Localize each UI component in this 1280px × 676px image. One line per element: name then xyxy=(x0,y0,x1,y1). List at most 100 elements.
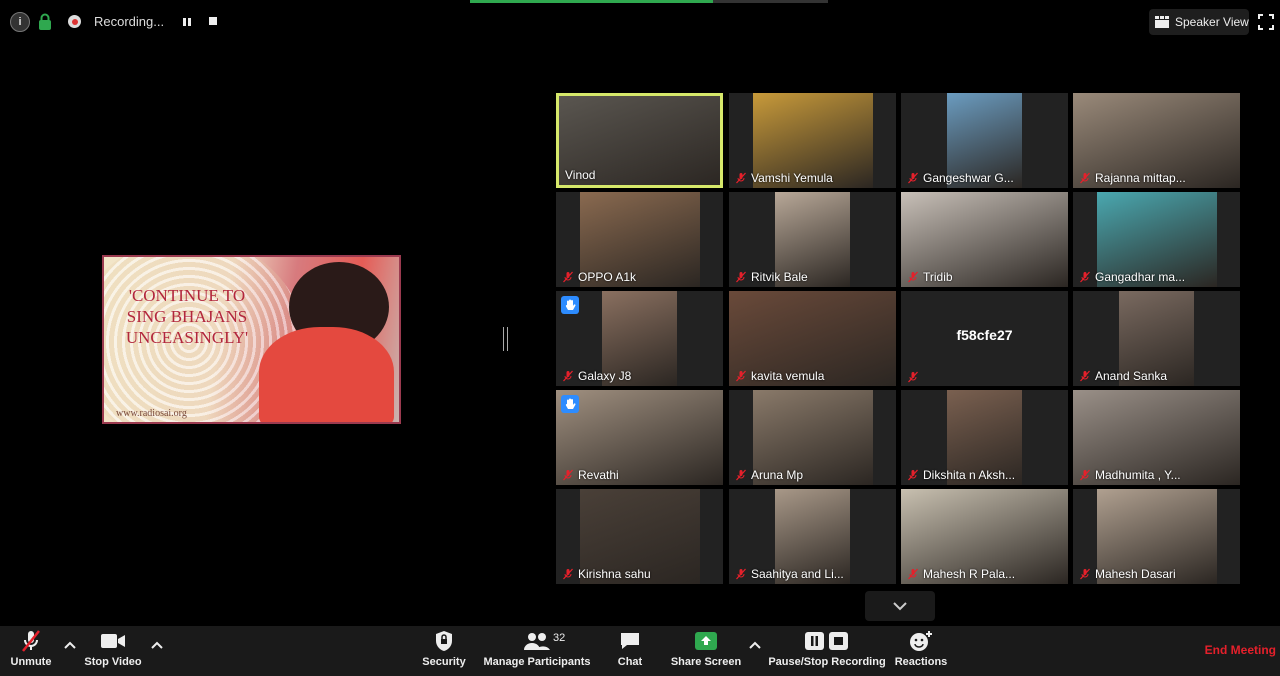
muted-microphone-icon xyxy=(735,469,747,481)
participant-name: Galaxy J8 xyxy=(578,369,632,383)
participant-tile[interactable]: Madhumita , Y... xyxy=(1073,390,1240,485)
audio-options-caret-icon[interactable] xyxy=(63,638,77,650)
shared-watermark: www.radiosai.org xyxy=(116,408,187,419)
participant-tile[interactable]: Gangeshwar G... xyxy=(901,93,1068,188)
stop-video-button[interactable]: Stop Video xyxy=(84,626,142,676)
participant-tile[interactable]: Vamshi Yemula xyxy=(729,93,896,188)
raised-hand-icon xyxy=(561,296,579,314)
participant-name: Dikshita n Aksh... xyxy=(923,468,1016,482)
encryption-lock-icon[interactable] xyxy=(38,13,52,31)
pause-stop-icon xyxy=(804,626,850,656)
end-meeting-button[interactable]: End Meeting xyxy=(1205,643,1276,657)
chat-button[interactable]: Chat xyxy=(612,626,648,676)
participant-name: Aruna Mp xyxy=(751,468,804,482)
panel-resize-handle[interactable] xyxy=(503,327,508,351)
muted-microphone-icon xyxy=(1079,370,1091,382)
participant-tile[interactable]: Mahesh Dasari xyxy=(1073,489,1240,584)
participant-tile[interactable]: Revathi xyxy=(556,390,723,485)
raised-hand-icon xyxy=(561,395,579,413)
meeting-info-icon[interactable]: i xyxy=(10,12,30,32)
manage-participants-button[interactable]: Manage Participants xyxy=(484,626,591,676)
participant-name-label: OPPO A1k xyxy=(562,270,636,284)
participant-tile[interactable]: OPPO A1k xyxy=(556,192,723,287)
participant-name-label: Vamshi Yemula xyxy=(735,171,833,185)
participant-tile[interactable]: Saahitya and Li... xyxy=(729,489,896,584)
participant-name: Madhumita , Y... xyxy=(1095,468,1181,482)
chevron-down-icon xyxy=(893,602,907,611)
participant-tile[interactable]: Galaxy J8 xyxy=(556,291,723,386)
fullscreen-icon[interactable] xyxy=(1258,14,1274,30)
shared-screen-image: 'CONTINUE TO SING BHAJANS UNCEASINGLY' w… xyxy=(102,255,401,424)
pause-stop-recording-label: Pause/Stop Recording xyxy=(768,656,886,668)
participant-name-label: Tridib xyxy=(907,270,953,284)
muted-microphone-icon xyxy=(907,469,919,481)
participant-tile[interactable]: Kirishna sahu xyxy=(556,489,723,584)
participant-name: Anand Sanka xyxy=(1095,369,1168,383)
participant-name-label: Mahesh Dasari xyxy=(1079,567,1176,581)
participant-name: Vamshi Yemula xyxy=(751,171,833,185)
reactions-label: Reactions xyxy=(894,656,948,668)
share-screen-button[interactable]: Share Screen xyxy=(670,626,742,676)
participant-name-label: Dikshita n Aksh... xyxy=(907,468,1015,482)
participant-tile[interactable]: Tridib xyxy=(901,192,1068,287)
participant-name: Kirishna sahu xyxy=(578,567,651,581)
muted-microphone-icon xyxy=(907,271,919,283)
participant-name-label: Galaxy J8 xyxy=(562,369,631,383)
participant-tile[interactable]: Rajanna mittap... xyxy=(1073,93,1240,188)
muted-microphone-icon xyxy=(907,568,919,580)
security-button[interactable]: Security xyxy=(420,626,468,676)
speaker-view-button[interactable]: Speaker View xyxy=(1149,9,1249,35)
reactions-button[interactable]: Reactions xyxy=(895,626,947,676)
participant-name-label: Rajanna mittap... xyxy=(1079,171,1186,185)
muted-microphone-icon xyxy=(562,469,574,481)
pause-stop-recording-button[interactable]: Pause/Stop Recording xyxy=(768,626,886,676)
stop-video-label: Stop Video xyxy=(84,656,142,668)
shield-icon xyxy=(435,626,453,656)
recording-status: Recording... xyxy=(94,14,165,29)
participant-name: Tridib xyxy=(923,270,953,284)
participant-name: Mahesh Dasari xyxy=(1095,567,1176,581)
participant-tile[interactable]: Mahesh R Pala... xyxy=(901,489,1068,584)
participant-name-label: Mahesh R Pala... xyxy=(907,567,1015,581)
muted-microphone-icon xyxy=(907,371,919,383)
participant-name-label: Anand Sanka xyxy=(1079,369,1167,383)
muted-microphone-icon xyxy=(735,568,747,580)
participant-name-label: Revathi xyxy=(562,468,619,482)
muted-microphone-icon xyxy=(1079,469,1091,481)
next-page-button[interactable] xyxy=(865,591,935,621)
muted-microphone-icon xyxy=(562,271,574,283)
chat-bubble-icon xyxy=(619,626,641,656)
muted-microphone-icon xyxy=(1079,271,1091,283)
participant-name: Mahesh R Pala... xyxy=(923,567,1016,581)
unmute-button[interactable]: Unmute xyxy=(6,626,56,676)
participant-tile[interactable]: f58cfe27 xyxy=(901,291,1068,386)
participant-count-badge: 32 xyxy=(553,632,566,644)
participant-name: Revathi xyxy=(578,468,619,482)
video-options-caret-icon[interactable] xyxy=(150,638,164,650)
participant-tile[interactable]: kavita vemula xyxy=(729,291,896,386)
participant-name-label: Vinod xyxy=(565,168,595,182)
stop-recording-icon[interactable] xyxy=(208,16,218,26)
participant-tile[interactable]: Vinod xyxy=(556,93,723,188)
participant-tile[interactable]: Gangadhar ma... xyxy=(1073,192,1240,287)
share-options-caret-icon[interactable] xyxy=(748,638,762,650)
participant-tile[interactable]: Ritvik Bale xyxy=(729,192,896,287)
muted-microphone-icon xyxy=(735,271,747,283)
pause-recording-icon[interactable] xyxy=(182,16,192,28)
participant-name: Saahitya and Li... xyxy=(751,567,844,581)
muted-microphone-icon xyxy=(735,370,747,382)
smiley-add-icon xyxy=(909,626,933,656)
participant-tile[interactable]: Dikshita n Aksh... xyxy=(901,390,1068,485)
muted-microphone-icon xyxy=(20,626,42,656)
participant-name: Gangadhar ma... xyxy=(1095,270,1186,284)
security-label: Security xyxy=(422,656,466,668)
participant-name-label: Gangadhar ma... xyxy=(1079,270,1185,284)
participant-tile[interactable]: Aruna Mp xyxy=(729,390,896,485)
video-camera-icon xyxy=(100,626,126,656)
shared-quote-text: 'CONTINUE TO SING BHAJANS UNCEASINGLY' xyxy=(125,286,249,347)
participant-name-label: Kirishna sahu xyxy=(562,567,651,581)
participant-name: Vinod xyxy=(565,168,596,182)
muted-microphone-icon xyxy=(562,568,574,580)
participant-tile[interactable]: Anand Sanka xyxy=(1073,291,1240,386)
share-screen-label: Share Screen xyxy=(670,656,742,668)
